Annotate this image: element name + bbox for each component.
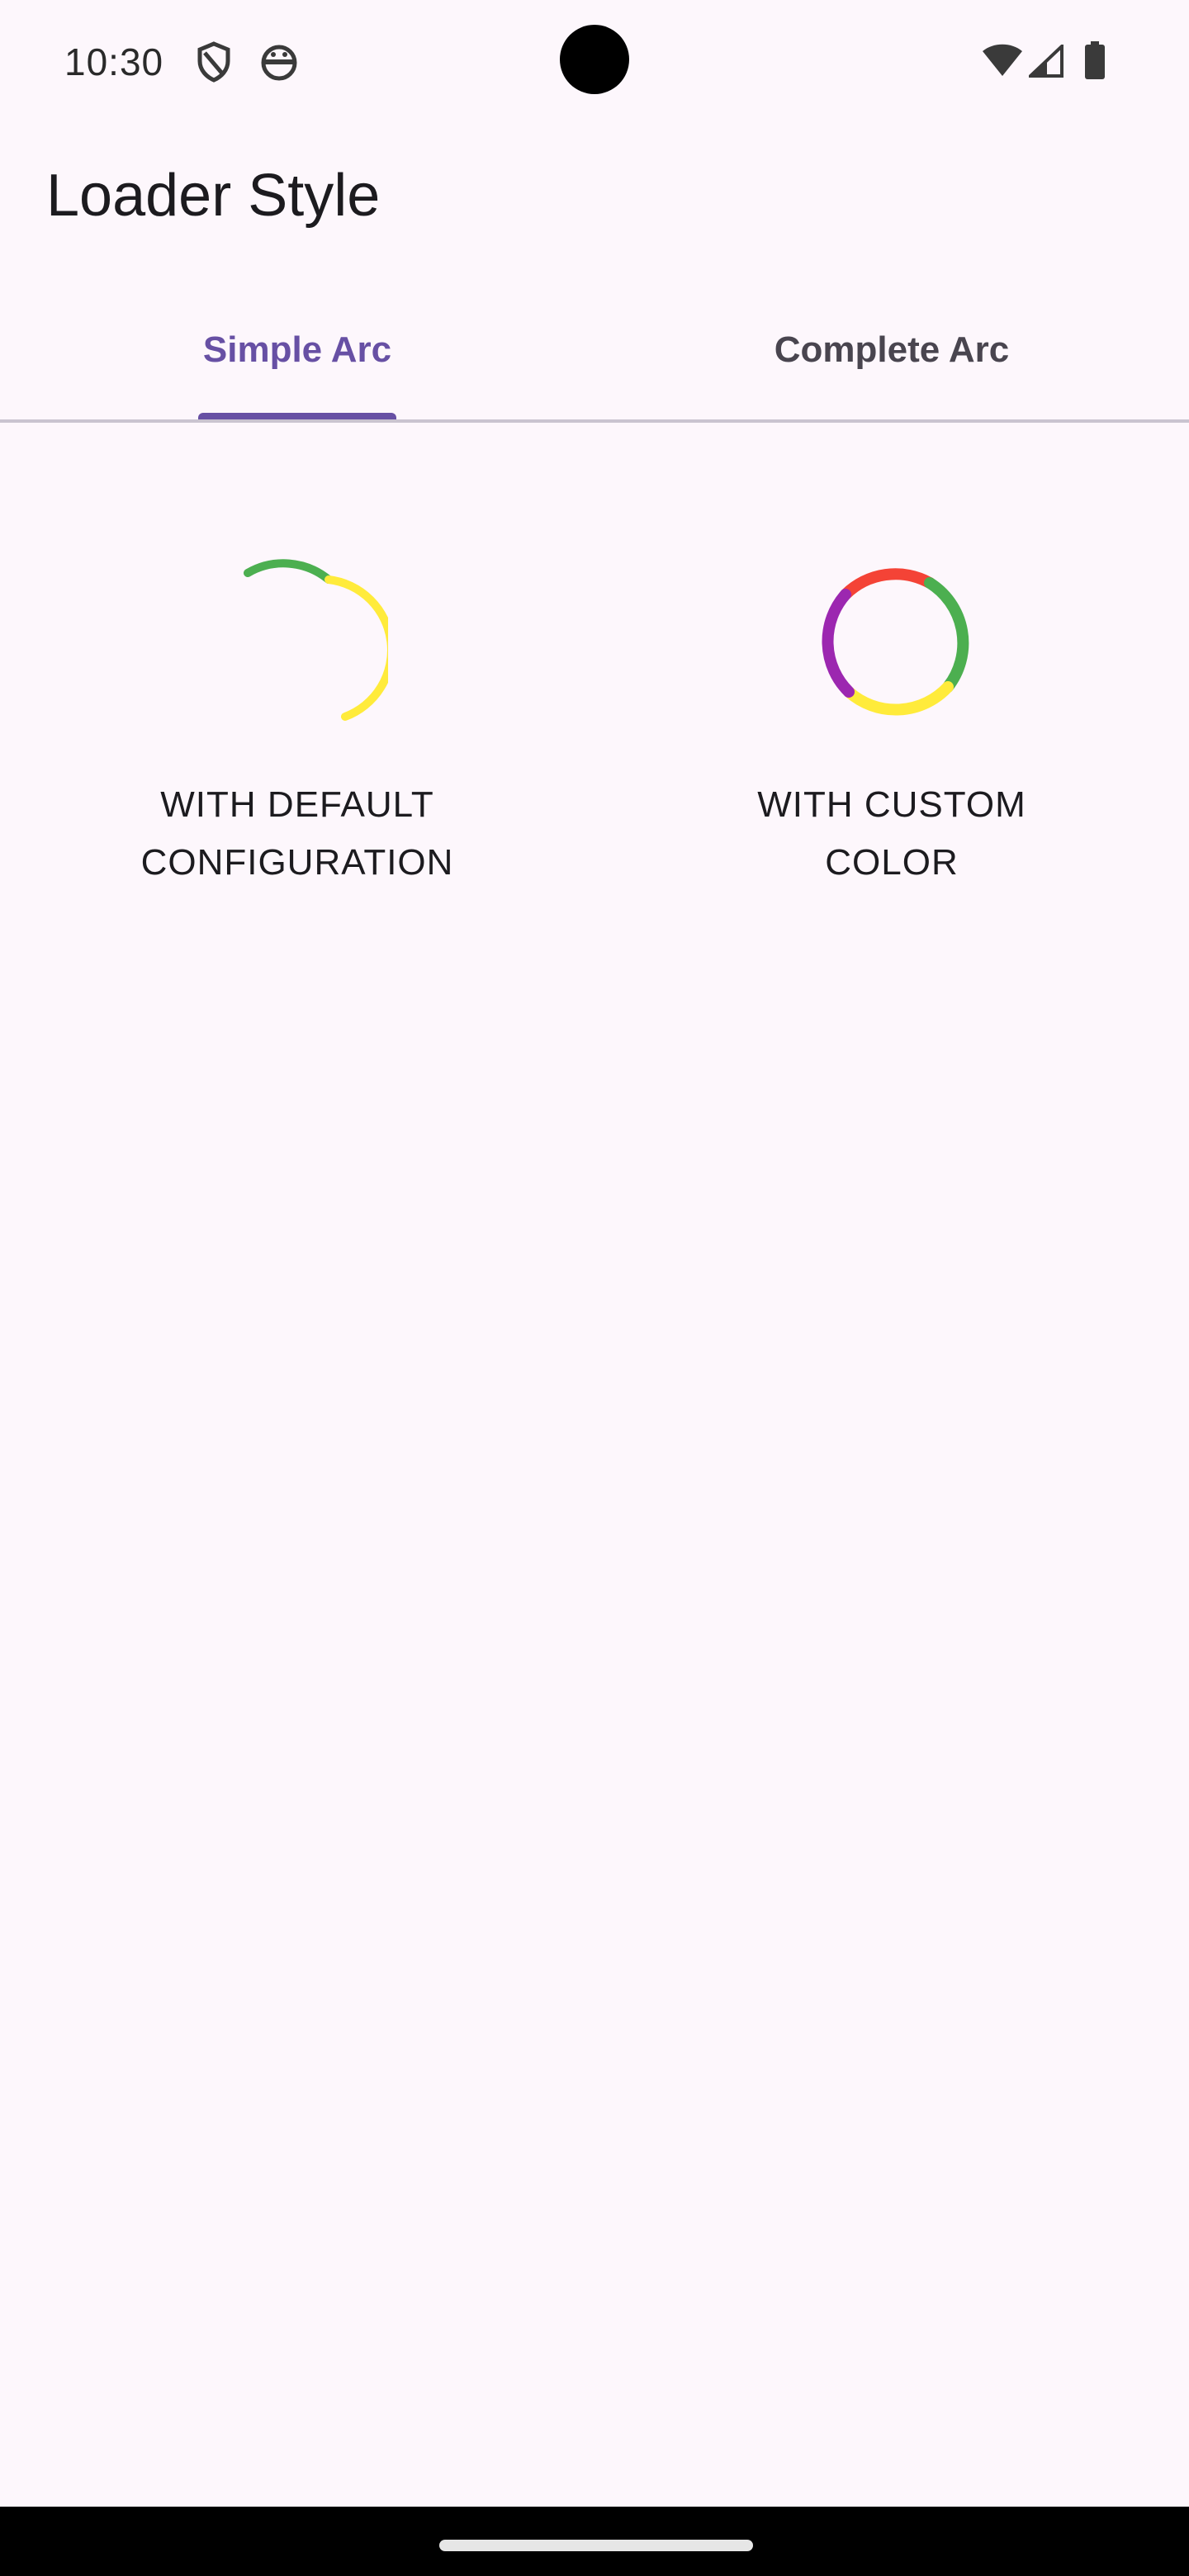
wifi-icon xyxy=(983,44,1022,76)
android-head-icon xyxy=(261,45,297,81)
loader-arc-green xyxy=(924,577,969,693)
default-loader-caption: WITH DEFAULT CONFIGURATION xyxy=(0,776,594,892)
tab-active-indicator xyxy=(198,413,396,419)
status-time: 10:30 xyxy=(64,40,164,83)
default-arc-loader xyxy=(244,559,388,721)
front-camera xyxy=(560,25,629,94)
loader-arc-red xyxy=(840,568,936,600)
loader-arc-yellow xyxy=(843,681,954,716)
tab-simple-arc[interactable]: Simple Arc xyxy=(0,281,594,419)
tab-divider xyxy=(0,419,1189,423)
cell-signal-icon xyxy=(1029,45,1063,78)
loader-arc-purple xyxy=(822,589,855,698)
loader-arc-yellow xyxy=(324,575,388,721)
tab-complete-arc[interactable]: Complete Arc xyxy=(594,281,1189,419)
caption-line: COLOR xyxy=(825,842,959,883)
loader-arc-green xyxy=(244,559,333,584)
status-bar: 10:30 xyxy=(0,0,1189,124)
tab-bar: Simple Arc Complete Arc xyxy=(0,281,1189,423)
battery-icon xyxy=(1085,41,1105,79)
custom-color-arc-loader xyxy=(822,568,969,716)
page-title: Loader Style xyxy=(46,163,381,229)
caption-line: WITH CUSTOM xyxy=(757,784,1026,825)
caption-line: WITH DEFAULT xyxy=(160,784,434,825)
home-gesture-handle[interactable] xyxy=(439,2540,753,2551)
custom-loader-caption: WITH CUSTOM COLOR xyxy=(594,776,1189,892)
shield-icon xyxy=(197,41,230,83)
caption-line: CONFIGURATION xyxy=(140,842,454,883)
